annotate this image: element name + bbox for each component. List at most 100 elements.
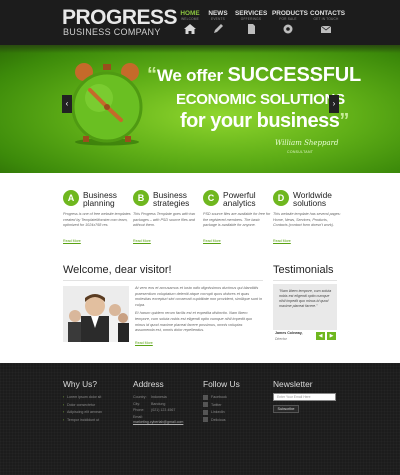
footer-address-list: Country: Indonesia City: Bandung Phone: (02… — [133, 394, 183, 424]
welcome-paragraph-1: At vero eos et accusamus et iusto odio d… — [135, 286, 263, 307]
nav-label: PRODUCTS — [272, 10, 308, 17]
footer-why-us-list: › Lorem ipsum dolor sit › Dolor consectetu… — [63, 394, 102, 424]
hero-signature-role: CONSULTANT — [287, 150, 314, 154]
hero-line-3: for your business — [180, 110, 340, 132]
nav-item-contacts[interactable]: CONTACTS GET IN TOUCH — [310, 10, 346, 34]
footer-list-item[interactable]: › Tempor incididunt ut — [63, 417, 102, 425]
testimonial-quote: "Nam libero tempore, cum soluta nobis es… — [279, 289, 332, 308]
social-link-facebook[interactable]: Facebook — [203, 394, 227, 402]
address-key: City: — [133, 401, 141, 406]
hero-shade — [0, 45, 400, 53]
nav-label: CONTACTS — [310, 10, 346, 17]
social-label: Delicious — [211, 417, 226, 422]
address-row: Email: — [133, 414, 183, 421]
envelope-icon — [320, 25, 332, 33]
feature-title-line: strategies — [153, 198, 190, 208]
hero-headline-2: ECONOMIC SOLUTIONS — [176, 91, 345, 108]
address-email-link[interactable]: marketing.cyberlab@gmail.com — [133, 420, 183, 424]
feature-read-more-link[interactable]: Read More — [273, 239, 291, 243]
address-key: Phone: — [133, 408, 145, 413]
footer-list-label: Dolor consectetur — [67, 402, 96, 407]
feature-text: This Progress Template goes with two pac… — [133, 212, 196, 227]
hero-line-1b: SUCCESSFUL — [227, 64, 362, 86]
nav-item-products[interactable]: PRODUCTS FOR SALE — [272, 10, 308, 34]
home-icon — [184, 24, 196, 34]
feature-letter-badge: A — [63, 190, 79, 206]
nav-sublabel: FOR SALE — [279, 17, 297, 21]
footer-list-item[interactable]: › Adipiscing elit aenean — [63, 409, 102, 417]
address-value: (021) 123 4567 — [151, 408, 176, 413]
testimonial-author: James Coleway, — [275, 331, 303, 335]
logo-title[interactable]: PROGRESS — [62, 7, 178, 28]
hero-headline-3: for your business” — [180, 110, 349, 132]
footer-address-title: Address — [133, 379, 164, 389]
footer-list-item[interactable]: › Dolor consectetur — [63, 402, 102, 410]
feature-title-line: planning — [83, 198, 115, 208]
social-label: Facebook — [211, 395, 227, 399]
footer-list-label: Lorem ipsum dolor sit — [67, 395, 102, 399]
nav-item-news[interactable]: NEWS EVENTS — [202, 10, 234, 34]
footer-list-item[interactable]: › Lorem ipsum dolor sit — [63, 394, 102, 402]
feature-text: Progress is one of free website template… — [63, 212, 131, 227]
welcome-text: At vero eos et accusamus et iusto odio d… — [135, 286, 263, 334]
nav-sublabel: OFFERINGS — [240, 17, 262, 21]
testimonial-prev-button[interactable]: ◀ — [316, 332, 325, 340]
footer-social-list: Facebook Twitter LinkedIn Delicious — [203, 394, 227, 424]
feature-title: Worldwide solutions — [293, 191, 353, 207]
newsletter-subscribe-button[interactable]: Subscribe — [273, 405, 299, 413]
slider-prev-button[interactable]: ‹ — [62, 95, 72, 113]
social-link-linkedin[interactable]: LinkedIn — [203, 409, 227, 417]
feature-text: This website template has several pages:… — [273, 212, 341, 227]
address-row: City: Bandung — [133, 401, 183, 408]
social-link-twitter[interactable]: Twitter — [203, 402, 227, 410]
feature-letter-badge: D — [273, 190, 289, 206]
testimonial-next-button[interactable]: ▶ — [327, 332, 336, 340]
testimonial-quote-box: "Nam libero tempore, cum soluta nobis es… — [273, 284, 337, 330]
document-icon — [248, 24, 255, 34]
social-link-delicious[interactable]: Delicious — [203, 417, 227, 425]
newsletter-email-input[interactable]: Enter Your Email Here — [273, 393, 336, 401]
address-row: Phone: (021) 123 4567 — [133, 407, 183, 414]
nav-sublabel: EVENTS — [211, 17, 225, 21]
slider-next-button[interactable]: › — [329, 95, 339, 113]
twitter-icon — [203, 402, 208, 408]
delicious-icon — [203, 417, 208, 423]
gear-icon — [283, 24, 293, 34]
feature-letter-badge: B — [133, 190, 149, 206]
nav-sublabel: GET IN TOUCH — [313, 17, 339, 21]
testimonial-role: Director — [275, 337, 287, 341]
address-key: Country: — [133, 395, 147, 399]
footer-list-label: Adipiscing elit aenean — [67, 410, 102, 415]
main-nav: HOME WELCOME NEWS EVENTS SERVICES OFFERI… — [174, 10, 346, 42]
nav-label: SERVICES — [235, 10, 268, 17]
facebook-icon — [203, 394, 208, 400]
hero-headline-1: “We offer SUCCESSFUL — [147, 64, 362, 86]
welcome-title: Welcome, dear visitor! — [63, 264, 172, 276]
feature-read-more-link[interactable]: Read More — [63, 239, 81, 243]
feature-title-line: analytics — [223, 198, 256, 208]
linkedin-icon — [203, 409, 208, 415]
footer-why-us-title: Why Us? — [63, 379, 97, 389]
feature-read-more-link[interactable]: Read More — [203, 239, 221, 243]
social-label: Twitter — [211, 402, 222, 407]
footer-list-label: Tempor incididunt ut — [67, 417, 100, 422]
pencil-icon — [214, 24, 223, 33]
site-header: PROGRESS BUSINESS COMPANY HOME WELCOME N… — [0, 0, 400, 45]
address-row: Country: Indonesia — [133, 394, 183, 401]
testimonials-title: Testimonials — [273, 264, 334, 276]
welcome-paragraph-2: Et harum quidem rerum facilis est et exp… — [135, 311, 253, 333]
welcome-read-more-link[interactable]: Read More — [135, 341, 153, 345]
site-footer — [0, 363, 400, 475]
hero-signature: William Sheppard — [275, 139, 339, 147]
address-value: Bandung — [151, 401, 166, 406]
feature-read-more-link[interactable]: Read More — [133, 239, 151, 243]
welcome-divider — [63, 280, 263, 281]
nav-item-services[interactable]: SERVICES OFFERINGS — [235, 10, 267, 34]
footer-newsletter-title: Newsletter — [273, 379, 313, 389]
team-photo — [63, 286, 129, 342]
feature-letter-badge: C — [203, 190, 219, 206]
address-value: Indonesia — [151, 395, 167, 399]
testimonials-divider — [273, 280, 337, 281]
address-key: Email: — [133, 414, 143, 419]
logo-subtitle: BUSINESS COMPANY — [63, 27, 161, 37]
